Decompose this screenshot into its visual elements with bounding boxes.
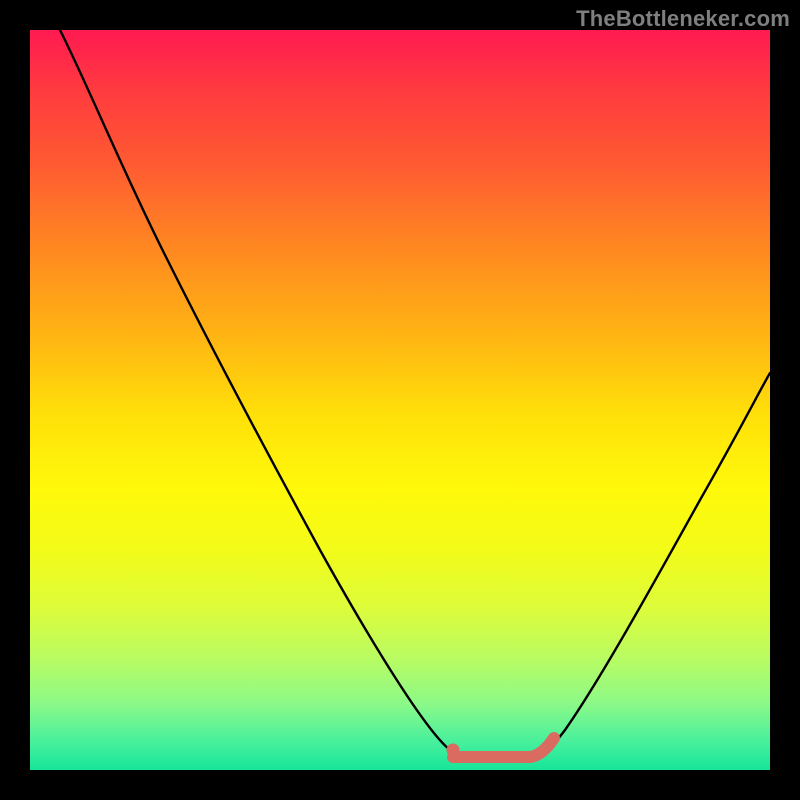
highlight-segment (453, 738, 554, 757)
plot-area (30, 30, 770, 770)
bottleneck-curve (60, 30, 770, 760)
watermark-text: TheBottleneker.com (576, 6, 790, 32)
curve-layer (30, 30, 770, 770)
chart-root: { "watermark": "TheBottleneker.com", "ch… (0, 0, 800, 800)
